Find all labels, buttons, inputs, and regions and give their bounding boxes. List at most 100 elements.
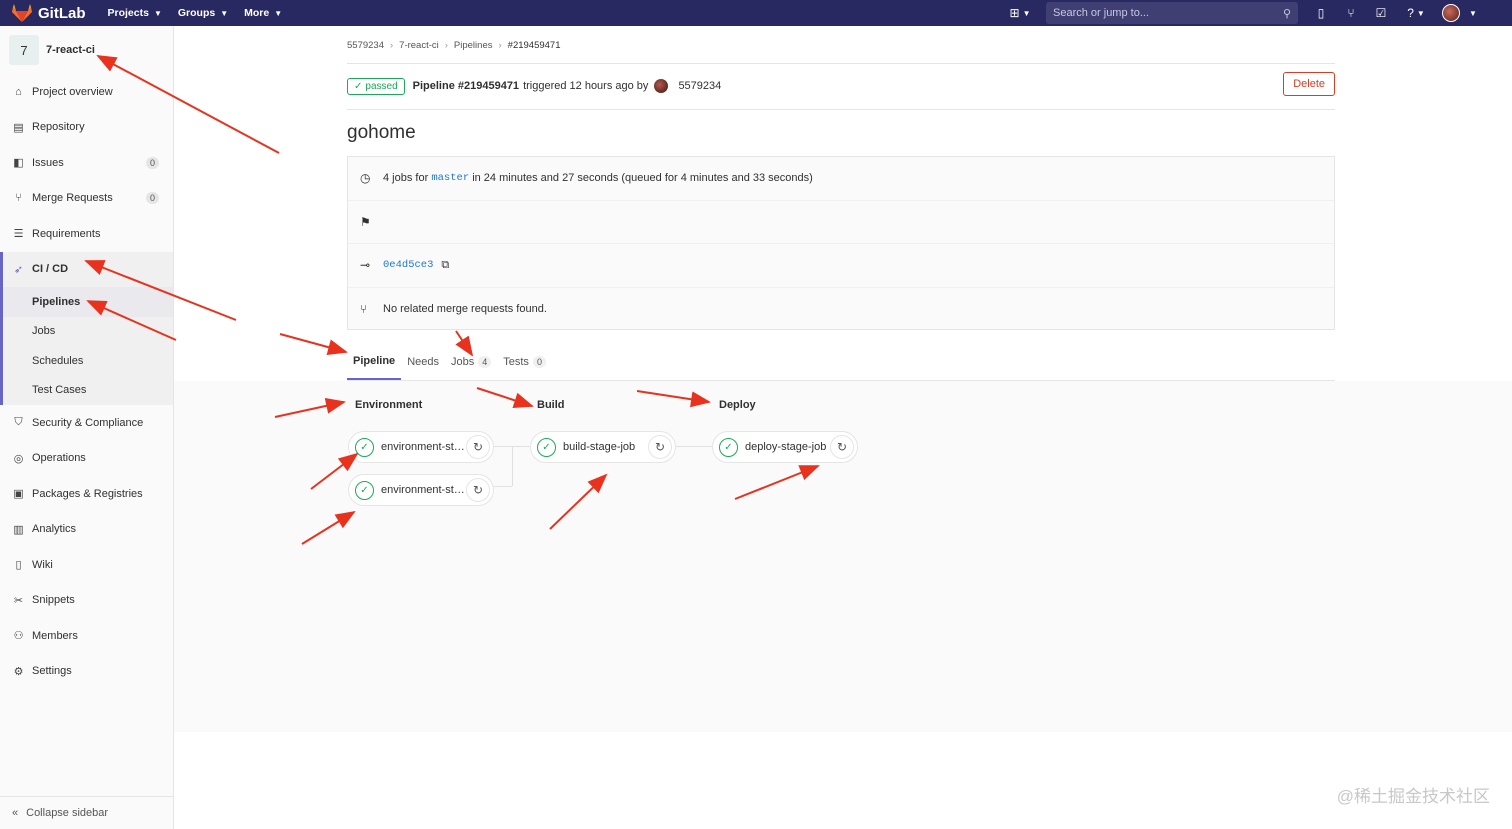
requirements-icon: ☰ [13, 228, 24, 241]
sidebar-subitem-schedules[interactable]: Schedules [3, 346, 173, 376]
help-icon[interactable]: ? ▼ [1402, 4, 1430, 22]
todo-icon[interactable]: ▯ [1312, 4, 1330, 22]
double-chevron-left-icon: « [12, 807, 19, 819]
project-header[interactable]: 7 7-react-ci [0, 26, 173, 74]
status-badge[interactable]: ✓ passed [347, 77, 405, 95]
nav-projects[interactable]: Projects ▼ [108, 7, 162, 19]
chevron-right-icon: › [444, 40, 448, 51]
job-build[interactable]: ✓ build-stage-job ↻ [530, 431, 676, 463]
chevron-right-icon: › [498, 40, 502, 51]
tab-tests[interactable]: Tests 0 [497, 344, 552, 380]
breadcrumb-pipelines[interactable]: Pipelines [454, 40, 493, 51]
tanuki-icon [12, 4, 32, 22]
sidebar-item-members[interactable]: ⚇ Members [0, 618, 173, 654]
nav-more[interactable]: More ▼ [244, 7, 282, 19]
branch-link[interactable]: master [431, 172, 469, 184]
chevron-down-icon: ▼ [274, 8, 283, 18]
search-input[interactable]: Search or jump to... ⚲ [1046, 2, 1298, 24]
retry-icon[interactable]: ↻ [466, 478, 490, 502]
users-icon: ⚇ [13, 630, 24, 643]
stage-connector [494, 486, 512, 487]
retry-icon[interactable]: ↻ [830, 435, 854, 459]
merge-requests-icon[interactable]: ⑂ [1342, 4, 1360, 22]
success-icon: ✓ [719, 437, 738, 457]
top-navbar: GitLab Projects ▼ Groups ▼ More ▼ ⊞ ▼ Searc… [0, 0, 1512, 26]
breadcrumb-current[interactable]: #219459471 [508, 40, 561, 51]
project-name: 7-react-ci [46, 44, 95, 56]
retry-icon[interactable]: ↻ [466, 435, 490, 459]
success-icon: ✓ [355, 480, 374, 500]
user-avatar[interactable] [1442, 4, 1460, 22]
sidebar-item-settings[interactable]: ⚙ Settings [0, 654, 173, 690]
delete-button[interactable]: Delete [1283, 72, 1335, 96]
sidebar-subitem-pipelines[interactable]: Pipelines [3, 287, 173, 317]
chevron-down-icon: ▼ [220, 8, 229, 18]
job-environment-2[interactable]: ✓ environment-stage-job ↻ [348, 474, 494, 506]
annotation-arrow [279, 333, 348, 355]
chevron-down-icon[interactable]: ▼ [1464, 4, 1482, 22]
new-plus-icon[interactable]: ⊞ ▼ [1006, 4, 1034, 22]
commit-icon: ⊸ [360, 258, 371, 273]
nav-groups[interactable]: Groups ▼ [178, 7, 228, 19]
sidebar-item-repository[interactable]: ▤ Repository [0, 110, 173, 146]
count-badge: 0 [145, 192, 159, 205]
shield-icon: ⛉ [14, 416, 23, 429]
todos-check-icon[interactable]: ☑ [1372, 4, 1390, 22]
operations-icon: ◎ [13, 452, 24, 465]
chart-icon: ▥ [13, 523, 24, 536]
sidebar-subitem-jobs[interactable]: Jobs [3, 317, 173, 347]
home-icon: ⌂ [15, 85, 22, 98]
flag-icon: ⚑ [360, 214, 371, 229]
sidebar-item-project-overview[interactable]: ⌂ Project overview [0, 74, 173, 110]
sidebar: 7 7-react-ci ⌂ Project overview ▤ Reposito… [0, 26, 174, 829]
commit-sha-link[interactable]: 0e4d5ce3 [383, 259, 433, 271]
success-icon: ✓ [355, 437, 374, 457]
sidebar-item-packages[interactable]: ▣ Packages & Registries [0, 476, 173, 512]
sidebar-item-issues[interactable]: ◧ Issues 0 [0, 145, 173, 181]
sidebar-item-requirements[interactable]: ☰ Requirements [0, 216, 173, 252]
breadcrumb-group[interactable]: 5579234 [347, 40, 384, 51]
divider [347, 109, 1335, 110]
tab-pipeline[interactable]: Pipeline [347, 344, 402, 380]
triggered-text: triggered 12 hours ago by [523, 80, 649, 92]
gitlab-logo[interactable]: GitLab [12, 4, 86, 22]
tab-jobs[interactable]: Jobs 4 [445, 344, 497, 380]
stage-title-build: Build [537, 399, 565, 411]
issues-icon: ◧ [13, 157, 24, 170]
stage-connector [676, 446, 712, 447]
collapse-sidebar-button[interactable]: «Collapse sidebar [0, 796, 173, 829]
sidebar-section-cicd: ➶ CI / CD Pipelines Jobs Schedules Test C… [0, 251, 173, 406]
breadcrumb-project[interactable]: 7-react-ci [399, 40, 439, 51]
merge-request-icon: ⑂ [15, 192, 22, 205]
chevron-down-icon: ▼ [153, 8, 162, 18]
package-icon: ▣ [13, 488, 24, 501]
sidebar-item-cicd[interactable]: ➶ CI / CD [3, 252, 173, 288]
trigger-user[interactable]: 5579234 [678, 80, 721, 92]
count-badge: 0 [532, 356, 546, 368]
jobs-duration-row: ◷ 4 jobs for master in 24 minutes and 27… [348, 157, 1334, 201]
sidebar-item-wiki[interactable]: ▯ Wiki [0, 547, 173, 583]
sidebar-item-snippets[interactable]: ✂ Snippets [0, 583, 173, 619]
sidebar-item-operations[interactable]: ◎ Operations [0, 441, 173, 477]
job-environment-1[interactable]: ✓ environment-stage-job ↻ [348, 431, 494, 463]
copy-icon[interactable]: ⧉ [441, 259, 449, 272]
sidebar-item-security[interactable]: ⛉ Security & Compliance [0, 405, 173, 441]
divider [347, 63, 1335, 64]
scissors-icon: ✂ [13, 594, 24, 607]
search-icon: ⚲ [1282, 7, 1291, 20]
sidebar-item-merge-requests[interactable]: ⑂ Merge Requests 0 [0, 181, 173, 217]
chevron-right-icon: › [389, 40, 394, 51]
tab-needs[interactable]: Needs [401, 344, 445, 380]
rocket-icon: ➶ [13, 263, 24, 276]
job-name: environment-stage-job [381, 484, 465, 496]
retry-icon[interactable]: ↻ [648, 435, 672, 459]
stage-connector [512, 446, 513, 486]
book-icon: ▤ [13, 121, 24, 134]
sidebar-item-analytics[interactable]: ▥ Analytics [0, 512, 173, 548]
page-title: gohome [347, 122, 416, 143]
job-deploy[interactable]: ✓ deploy-stage-job ↻ [712, 431, 858, 463]
avatar[interactable] [654, 79, 669, 93]
sidebar-subitem-test-cases[interactable]: Test Cases [3, 376, 173, 406]
pipeline-id: Pipeline #219459471 [412, 80, 520, 92]
count-badge: 0 [145, 156, 159, 169]
